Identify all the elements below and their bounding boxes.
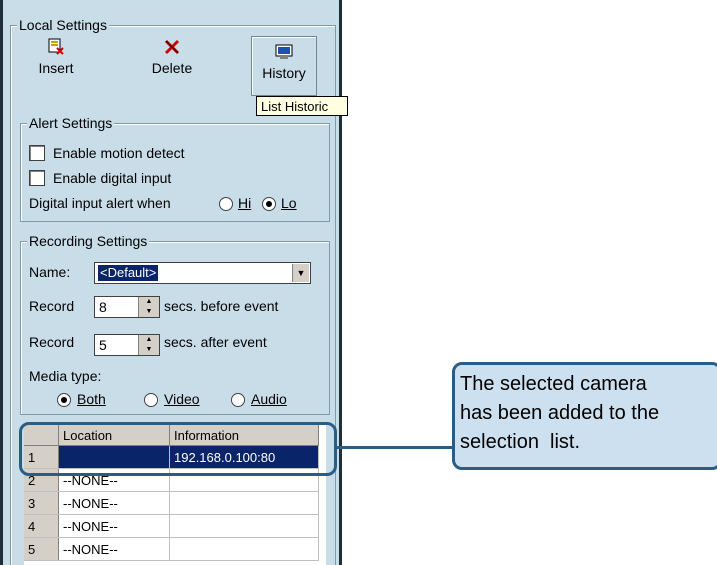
callout-connector bbox=[337, 446, 457, 449]
record-after-spin-buttons[interactable]: ▲ ▼ bbox=[138, 335, 159, 355]
information-cell[interactable] bbox=[169, 514, 319, 538]
recording-settings-title: Recording Settings bbox=[27, 233, 150, 249]
record-before-value: 8 bbox=[99, 299, 107, 315]
digital-input-checkbox[interactable] bbox=[29, 170, 45, 186]
media-type-label: Media type: bbox=[29, 368, 102, 384]
media-video-radio[interactable] bbox=[144, 393, 158, 407]
record-before-suffix: secs. before event bbox=[164, 298, 279, 314]
digital-input-label: Enable digital input bbox=[53, 170, 172, 186]
settings-panel: Local Settings Insert Delete History Ale… bbox=[0, 0, 342, 565]
callout-text: The selected camera has been added to th… bbox=[460, 370, 716, 457]
callout-line: The selected camera bbox=[460, 373, 647, 395]
information-cell[interactable] bbox=[169, 491, 319, 515]
panel-right-edge bbox=[339, 0, 342, 565]
chevron-down-icon[interactable]: ▼ bbox=[292, 264, 309, 282]
record-after-suffix: secs. after event bbox=[164, 334, 267, 350]
motion-detect-checkbox[interactable] bbox=[29, 145, 45, 161]
location-cell[interactable]: --NONE-- bbox=[58, 514, 170, 538]
media-audio-label: Audio bbox=[251, 391, 287, 407]
alert-hi-label: Hi bbox=[238, 195, 252, 211]
table-row[interactable]: 3 --NONE-- bbox=[24, 491, 319, 515]
row-number: 5 bbox=[24, 537, 59, 561]
record-after-stepper[interactable]: 5 ▲ ▼ bbox=[94, 334, 160, 356]
media-video-label: Video bbox=[164, 391, 200, 407]
row-number: 4 bbox=[24, 514, 59, 538]
table-row[interactable]: 4 --NONE-- bbox=[24, 514, 319, 538]
row-highlight-outline bbox=[19, 422, 337, 476]
local-settings-title: Local Settings bbox=[17, 17, 109, 33]
alert-hi-radio[interactable] bbox=[219, 197, 233, 211]
history-icon bbox=[275, 44, 293, 59]
insert-label: Insert bbox=[38, 60, 74, 76]
media-both-label: Both bbox=[77, 391, 106, 407]
history-button[interactable]: History bbox=[251, 36, 317, 96]
alert-lo-label: Lo bbox=[281, 195, 297, 211]
motion-detect-label: Enable motion detect bbox=[53, 145, 185, 161]
insert-icon bbox=[48, 38, 64, 55]
information-cell[interactable] bbox=[169, 537, 319, 561]
record-before-spin-buttons[interactable]: ▲ ▼ bbox=[138, 297, 159, 317]
media-both-radio[interactable] bbox=[57, 393, 71, 407]
delete-label: Delete bbox=[151, 60, 193, 76]
record-after-label: Record bbox=[29, 334, 75, 350]
alert-when-label: Digital input alert when bbox=[29, 195, 171, 211]
recording-name-value: <Default> bbox=[98, 265, 159, 281]
record-before-stepper[interactable]: 8 ▲ ▼ bbox=[94, 296, 160, 318]
panel-left-edge bbox=[0, 0, 3, 565]
name-label: Name: bbox=[29, 264, 71, 280]
callout-line: selection list. bbox=[460, 431, 581, 453]
record-before-label: Record bbox=[29, 298, 75, 314]
alert-settings-title: Alert Settings bbox=[27, 115, 115, 131]
delete-icon bbox=[164, 39, 180, 55]
recording-name-select[interactable]: <Default> ▼ bbox=[94, 262, 311, 284]
history-tooltip: List Historic bbox=[256, 96, 348, 116]
callout-line: has been added to the bbox=[460, 402, 660, 424]
delete-button[interactable]: Delete bbox=[147, 36, 197, 76]
location-cell[interactable]: --NONE-- bbox=[58, 537, 170, 561]
history-label: History bbox=[262, 65, 306, 81]
record-after-value: 5 bbox=[99, 337, 107, 353]
insert-button[interactable]: Insert bbox=[36, 36, 76, 76]
row-number: 3 bbox=[24, 491, 59, 515]
table-row[interactable]: 5 --NONE-- bbox=[24, 537, 319, 561]
location-cell[interactable]: --NONE-- bbox=[58, 491, 170, 515]
alert-lo-radio[interactable] bbox=[262, 197, 276, 211]
media-audio-radio[interactable] bbox=[231, 393, 245, 407]
